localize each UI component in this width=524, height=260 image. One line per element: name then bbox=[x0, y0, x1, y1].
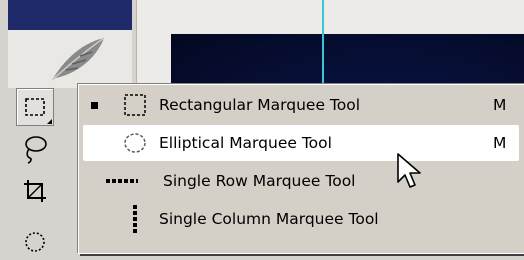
menu-item-elliptical-marquee[interactable]: Elliptical Marquee Tool M bbox=[83, 125, 519, 161]
marquee-tool-icon bbox=[25, 98, 45, 116]
menu-item-label: Single Row Marquee Tool bbox=[163, 172, 356, 190]
menu-item-single-column-marquee[interactable]: Single Column Marquee Tool bbox=[83, 201, 519, 237]
selected-indicator-icon bbox=[91, 101, 98, 109]
rectangular-marquee-icon bbox=[124, 94, 146, 116]
healing-tool-button[interactable] bbox=[16, 222, 54, 260]
menu-item-label: Single Column Marquee Tool bbox=[159, 210, 379, 228]
menu-item-label: Rectangular Marquee Tool bbox=[159, 96, 361, 114]
feather-icon bbox=[51, 37, 105, 81]
lasso-tool-button[interactable] bbox=[16, 130, 54, 168]
menu-item-single-row-marquee[interactable]: Single Row Marquee Tool bbox=[83, 163, 519, 199]
menu-item-label: Elliptical Marquee Tool bbox=[159, 134, 332, 152]
menu-item-shortcut: M bbox=[493, 96, 507, 114]
healing-tool-icon bbox=[25, 232, 45, 252]
mouse-cursor-icon bbox=[397, 153, 421, 188]
feather-logo[interactable] bbox=[8, 30, 132, 88]
lasso-tool-icon bbox=[25, 136, 47, 164]
crop-tool-icon bbox=[24, 180, 46, 202]
crop-tool-button[interactable] bbox=[16, 172, 54, 210]
toolbox-title-bar[interactable] bbox=[8, 0, 132, 30]
elliptical-marquee-icon bbox=[124, 133, 146, 153]
marquee-tool-flyout-menu: Rectangular Marquee Tool M Elliptical Ma… bbox=[78, 84, 524, 254]
submenu-arrow-icon bbox=[47, 119, 52, 124]
menu-item-rectangular-marquee[interactable]: Rectangular Marquee Tool M bbox=[83, 87, 519, 123]
marquee-tool-button[interactable] bbox=[16, 88, 54, 126]
menu-item-shortcut: M bbox=[493, 134, 507, 152]
single-column-marquee-icon bbox=[133, 205, 137, 233]
single-row-marquee-icon bbox=[106, 179, 138, 183]
